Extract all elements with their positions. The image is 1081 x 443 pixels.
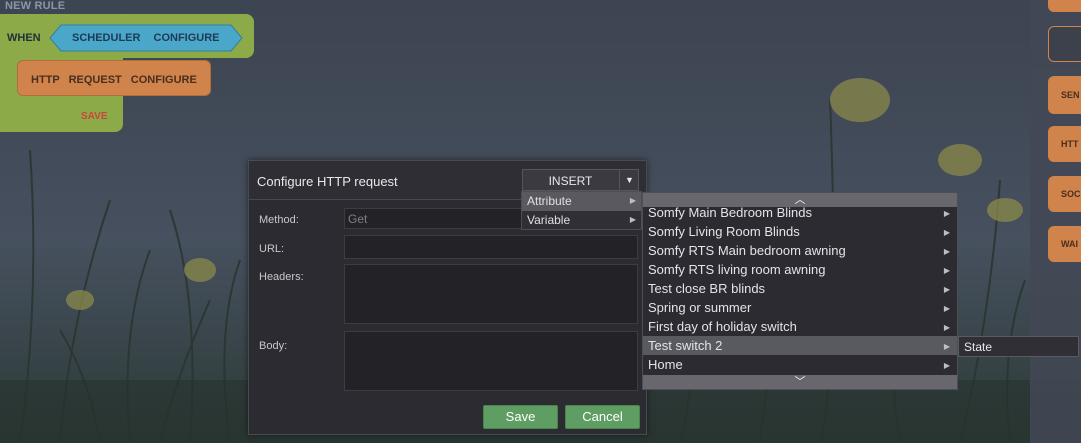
menu-item-variable[interactable]: Variable ▶	[522, 211, 641, 230]
triangle-right-icon: ▶	[943, 247, 950, 256]
menu-item-label: Variable	[527, 213, 571, 227]
attribute-item[interactable]: Home ▶	[643, 355, 957, 374]
attribute-item-selected[interactable]: Test switch 2 ▶	[643, 336, 957, 355]
triangle-right-icon: ▶	[943, 304, 950, 313]
attribute-item[interactable]: Somfy RTS living room awning ▶	[643, 260, 957, 279]
palette-item-wait[interactable]: WAI	[1048, 226, 1081, 262]
headers-textarea[interactable]	[344, 264, 638, 324]
attribute-label: Somfy RTS Main bedroom awning	[648, 243, 846, 258]
caret-down-icon[interactable]: ▼	[619, 170, 639, 190]
triangle-right-icon: ▶	[943, 266, 950, 275]
palette-item-sensor[interactable]: SEN	[1048, 76, 1081, 114]
palette-item-socket[interactable]: SOC	[1048, 176, 1081, 212]
palette-item[interactable]	[1048, 0, 1081, 12]
palette-item[interactable]	[1048, 26, 1081, 62]
triangle-right-icon: ▶	[943, 228, 950, 237]
triangle-right-icon: ▶	[943, 342, 950, 351]
url-label: URL:	[259, 243, 285, 255]
menu-item-attribute[interactable]: Attribute ▶	[522, 192, 641, 211]
triangle-right-icon: ▶	[943, 209, 950, 218]
rule-title: NEW RULE	[5, 0, 66, 12]
attribute-label: First day of holiday switch	[648, 319, 797, 334]
attribute-item[interactable]: First day of holiday switch ▶	[643, 317, 957, 336]
attribute-label: Test switch 2	[648, 338, 723, 353]
body-textarea[interactable]	[344, 331, 638, 391]
when-label: WHEN	[7, 32, 41, 44]
block-palette	[1030, 0, 1081, 443]
triangle-right-icon: ▶	[943, 361, 950, 370]
palette-item-http[interactable]: HTT	[1048, 126, 1081, 162]
attribute-item[interactable]: Somfy Living Room Blinds ▶	[643, 222, 957, 241]
attribute-label: Somfy Living Room Blinds	[648, 224, 800, 239]
triangle-right-icon: ▶	[629, 215, 636, 224]
attribute-item[interactable]: Somfy Main Bedroom Blinds ▶	[643, 205, 957, 222]
triangle-right-icon: ▶	[943, 285, 950, 294]
attribute-label: Test close BR blinds	[648, 281, 766, 296]
triangle-right-icon: ▶	[943, 323, 950, 332]
attribute-item[interactable]: Somfy RTS Main bedroom awning ▶	[643, 241, 957, 260]
attribute-item[interactable]: Spring or summer ▶	[643, 298, 957, 317]
chevron-down-icon[interactable]: ﹀	[643, 375, 957, 389]
url-input[interactable]	[344, 235, 638, 259]
dialog-title: Configure HTTP request	[257, 174, 398, 189]
triangle-right-icon: ▶	[629, 196, 636, 205]
body-label: Body:	[259, 340, 288, 352]
state-item[interactable]: State	[964, 340, 992, 354]
attribute-submenu: ︿ Somfy Main Bedroom Blinds ▶ Somfy Livi…	[642, 192, 958, 390]
insert-menu: Attribute ▶ Variable ▶	[521, 191, 642, 230]
state-submenu: State	[958, 336, 1079, 357]
attribute-label: Home	[648, 357, 683, 372]
scheduler-configure-label[interactable]: SCHEDULER CONFIGURE	[72, 32, 220, 44]
insert-dropdown-button[interactable]: INSERT ▼	[522, 169, 639, 191]
attribute-label: Somfy RTS living room awning	[648, 262, 826, 277]
http-request-configure-label[interactable]: HTTP REQUEST CONFIGURE	[31, 74, 197, 86]
save-button[interactable]: Save	[483, 405, 558, 429]
attribute-label: Somfy Main Bedroom Blinds	[648, 205, 813, 220]
headers-label: Headers:	[259, 271, 304, 283]
method-label: Method:	[259, 214, 299, 226]
attribute-label: Spring or summer	[648, 300, 752, 315]
insert-label[interactable]: INSERT	[523, 174, 618, 188]
attribute-item[interactable]: Test close BR blinds ▶	[643, 279, 957, 298]
save-rule-button[interactable]: SAVE	[81, 111, 108, 122]
cancel-button[interactable]: Cancel	[565, 405, 640, 429]
menu-item-label: Attribute	[527, 194, 572, 208]
